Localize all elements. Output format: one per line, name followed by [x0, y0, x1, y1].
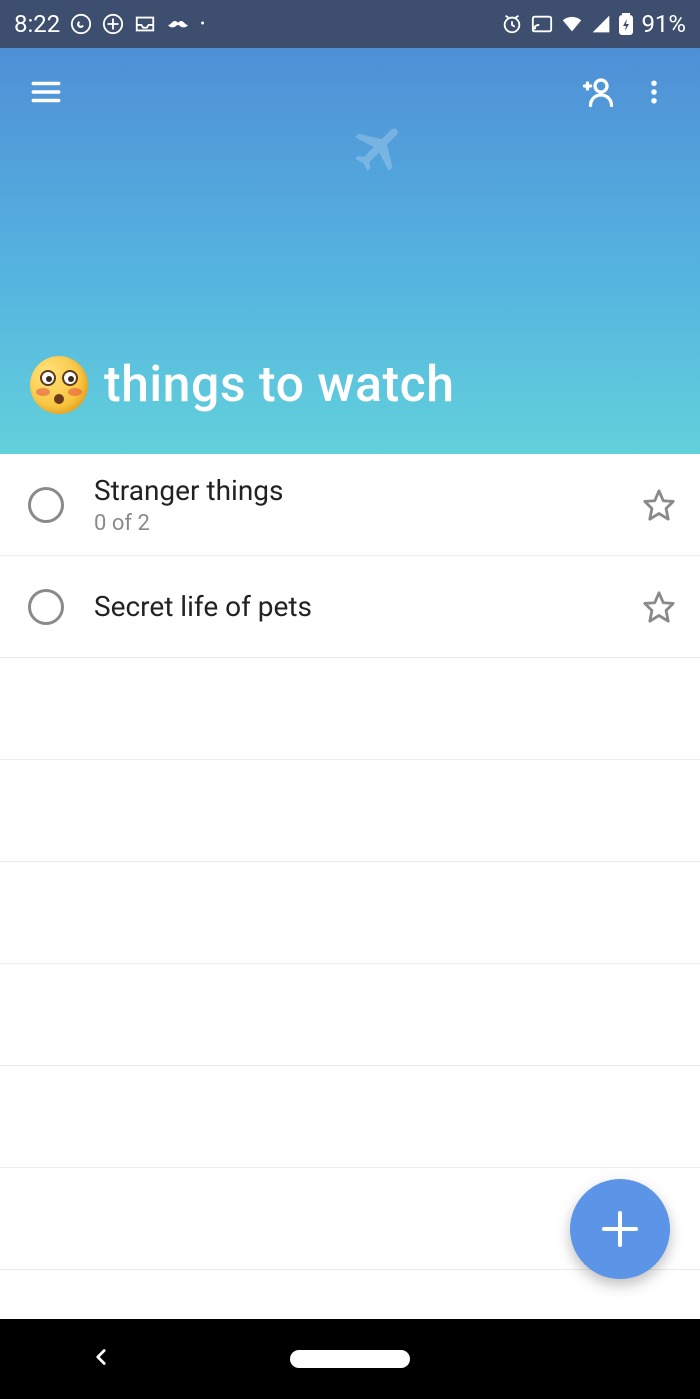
- battery-percent: 91%: [641, 10, 686, 38]
- cast-icon: [531, 13, 553, 35]
- item-title: Stranger things: [94, 474, 642, 507]
- mustache-icon: [166, 17, 190, 31]
- empty-line: [0, 658, 700, 760]
- add-task-fab[interactable]: [570, 1179, 670, 1279]
- whatsapp-icon: [70, 13, 92, 35]
- empty-line: [0, 862, 700, 964]
- nav-home-button[interactable]: [290, 1350, 410, 1368]
- android-navbar: [0, 1319, 700, 1399]
- inbox-icon: [134, 13, 156, 35]
- empty-line: [0, 1066, 700, 1168]
- item-title: Secret life of pets: [94, 590, 642, 623]
- item-checkbox[interactable]: [28, 589, 64, 625]
- wifi-icon: [561, 13, 583, 35]
- star-icon[interactable]: [642, 488, 676, 522]
- battery-charging-icon: [619, 13, 633, 35]
- item-subtitle: 0 of 2: [94, 511, 642, 536]
- dot-icon: •: [200, 16, 205, 32]
- list-header: things to watch: [0, 48, 700, 454]
- signal-icon: [591, 14, 611, 34]
- empty-line: [0, 964, 700, 1066]
- alarm-icon: [501, 13, 523, 35]
- add-person-button[interactable]: [570, 64, 626, 120]
- airplane-decoration-icon: [350, 118, 410, 182]
- list-item[interactable]: Secret life of pets: [0, 556, 700, 658]
- page-title: things to watch: [104, 356, 454, 414]
- item-checkbox[interactable]: [28, 487, 64, 523]
- empty-line: [0, 760, 700, 862]
- app-notification-icon: [102, 13, 124, 35]
- android-statusbar: 8:22 •: [0, 0, 700, 48]
- status-time: 8:22: [14, 10, 60, 38]
- hamburger-menu-button[interactable]: [18, 64, 74, 120]
- list-item[interactable]: Stranger things 0 of 2: [0, 454, 700, 556]
- flushed-face-emoji-icon: [30, 356, 88, 414]
- more-options-button[interactable]: [626, 64, 682, 120]
- star-icon[interactable]: [642, 590, 676, 624]
- nav-back-button[interactable]: [88, 1344, 114, 1374]
